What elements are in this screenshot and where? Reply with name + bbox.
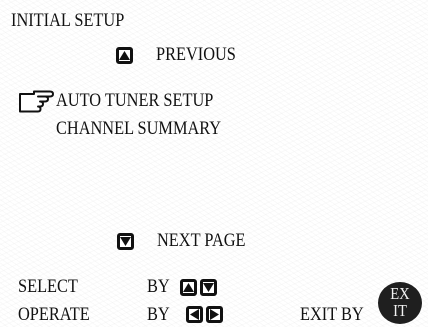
select-down-icon[interactable] [200,279,217,296]
select-up-icon[interactable] [180,279,197,296]
exit-badge-line1: EX [390,284,410,303]
menu-item-auto-tuner-setup[interactable]: AUTO TUNER SETUP [56,90,213,112]
operate-by-label: BY [147,304,170,325]
operate-right-icon[interactable] [206,306,223,323]
exit-label: EXIT BY [300,304,364,325]
exit-button-icon[interactable]: EX IT [378,282,422,324]
tv-osd-screen: INITIAL SETUP PREVIOUS AUTO TUNER SETUP … [0,0,428,327]
select-label: SELECT [18,276,78,297]
previous-label[interactable]: PREVIOUS [156,44,236,66]
exit-badge-line2: IT [393,301,407,320]
select-by-label: BY [147,276,170,297]
next-page-label[interactable]: NEXT PAGE [157,230,246,252]
previous-up-icon[interactable] [116,47,133,64]
menu-title: INITIAL SETUP [11,10,125,31]
pointing-hand-icon [18,90,56,123]
menu-item-channel-summary[interactable]: CHANNEL SUMMARY [56,118,221,140]
operate-label: OPERATE [18,304,90,325]
operate-left-icon[interactable] [186,306,203,323]
next-page-down-icon[interactable] [117,233,134,250]
